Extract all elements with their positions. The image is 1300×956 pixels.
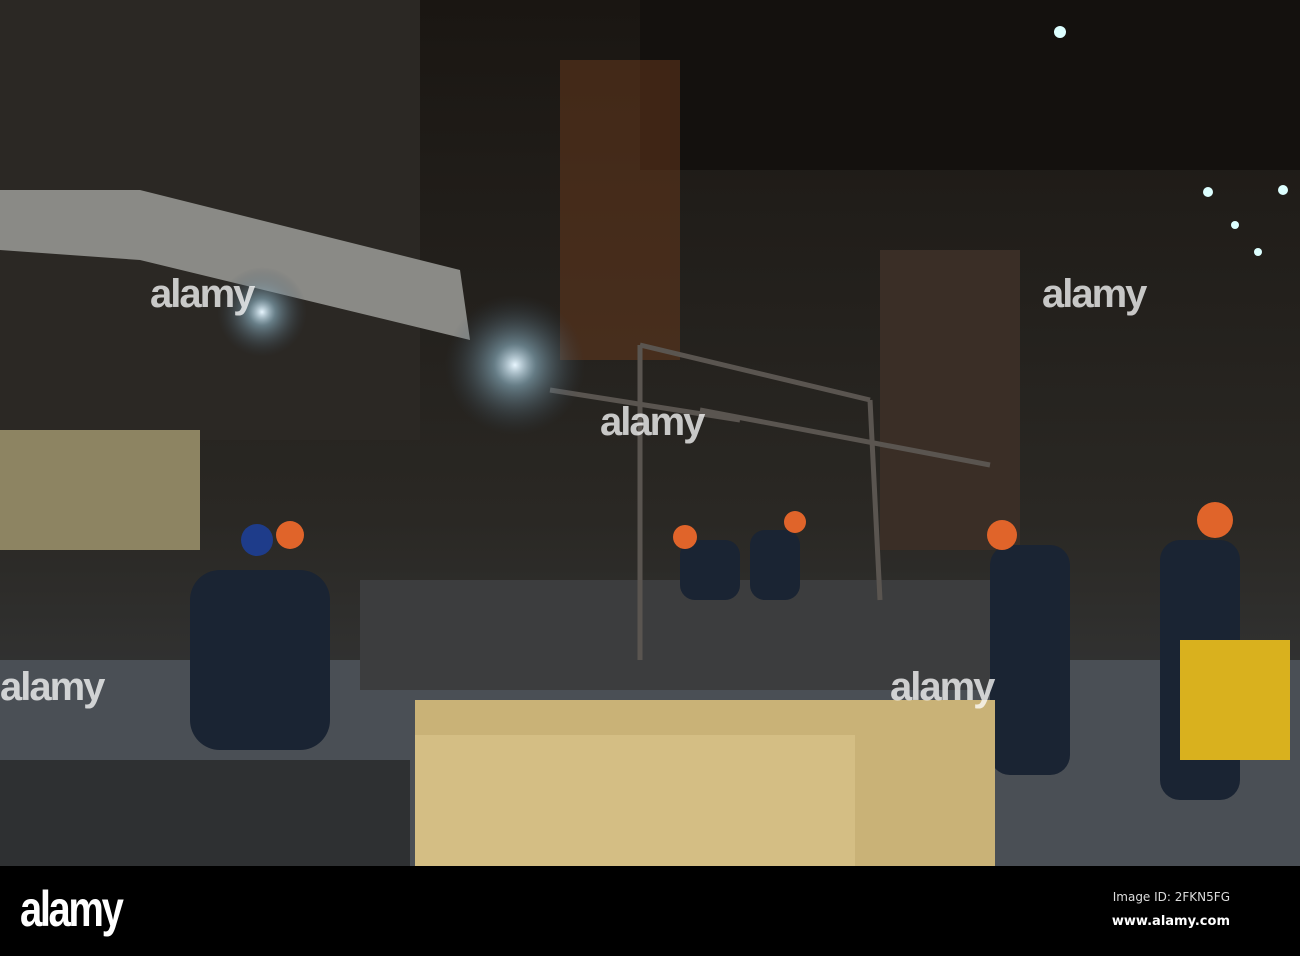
blue-cap (241, 524, 273, 556)
site-url: www.alamy.com (1111, 914, 1230, 929)
yellow-machine (0, 430, 200, 550)
ceiling (640, 0, 1300, 170)
pallet-truck (1180, 640, 1290, 760)
orange-glow (560, 60, 680, 360)
watermark: alamy (1042, 272, 1147, 316)
light-glow (445, 295, 585, 435)
watermark: alamy (150, 272, 255, 316)
watermark: alamy (0, 665, 105, 709)
alamy-logo: alamy (20, 881, 124, 937)
footer-bar: alamy Image ID: 2FKN5FG www.alamy.com (0, 866, 1300, 956)
image-id: Image ID: 2FKN5FG (1112, 890, 1230, 904)
crate-front (415, 735, 855, 866)
back-wall (880, 250, 1020, 550)
foreground-boxes (0, 760, 410, 866)
watermark: alamy (600, 400, 705, 444)
watermark: alamy (890, 665, 995, 709)
